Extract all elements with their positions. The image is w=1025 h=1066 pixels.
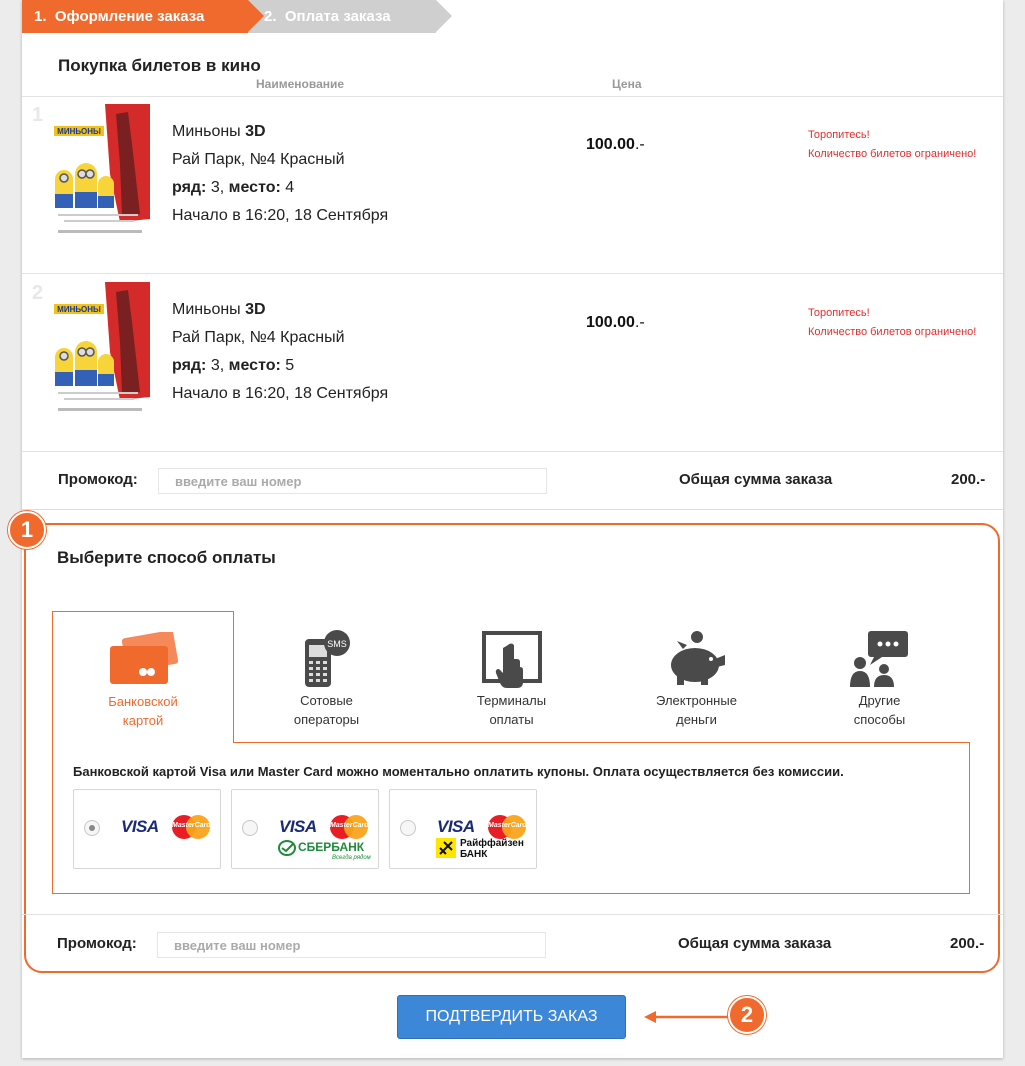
ticket-details: Миньоны 3D Рай Парк, №4 Красный ряд: 3, … [172, 296, 388, 408]
ticket-index: 2 [32, 282, 44, 304]
session-time: Начало в 16:20, 18 Сентября [172, 385, 389, 402]
cinema-hall: Рай Парк, №4 Красный [172, 151, 345, 168]
promo-input[interactable] [157, 932, 546, 958]
ticket-price: 100.00.- [586, 314, 645, 331]
visa-logo: VISA [437, 817, 475, 836]
tab-mobile-operators[interactable]: SMS Сотовые операторы [234, 611, 419, 743]
step-label: Оплата заказа [284, 8, 391, 25]
ticket-price: 100.00.- [586, 136, 645, 153]
tab-label: Электронные деньги [656, 693, 737, 727]
mastercard-logo: MasterCard [488, 815, 527, 839]
option-radio[interactable] [84, 820, 100, 836]
order-card: 1. Оформление заказа 2. Оплата заказа По… [8, 0, 1003, 1058]
payment-method-tabs: Банковской картой SMS Сотовые операторы … [52, 611, 970, 743]
ticket-warning: Торопитесь! Количество билетов ограничен… [808, 129, 977, 160]
ticket-warning: Торопитесь! Количество билетов ограничен… [808, 307, 977, 338]
tab-other-methods[interactable]: Другие способы [789, 611, 970, 743]
people-chat-icon [849, 631, 910, 690]
ticket-index: 1 [32, 104, 44, 126]
movie-title: Миньоны 3D [172, 301, 266, 318]
raiffeisen-logo-icon [436, 838, 456, 858]
mastercard-logo: MasterCard [172, 815, 211, 839]
step-number: 1. [34, 8, 47, 25]
promo-label: Промокод: [58, 471, 138, 488]
step-label: Оформление заказа [54, 8, 205, 25]
divider [22, 96, 1003, 97]
column-header-price: Цена [612, 77, 642, 91]
terminal-touch-icon [481, 631, 542, 692]
total-value: 200.- [951, 471, 986, 488]
piggy-bank-icon [665, 629, 729, 692]
sberbank-slogan: Всегда рядом [332, 855, 371, 861]
tab-bank-card[interactable]: Банковской картой [52, 611, 234, 743]
seat-info: ряд: 3, место: 4 [172, 179, 295, 196]
tab-label: Сотовые операторы [293, 693, 360, 727]
option-radio[interactable] [400, 820, 416, 836]
session-time: Начало в 16:20, 18 Сентября [172, 207, 389, 224]
order-title: Покупка билетов в кино [58, 56, 261, 75]
svg-text:SMS: SMS [327, 639, 347, 649]
step-payment[interactable]: 2. Оплата заказа [248, 0, 452, 33]
total-label: Общая сумма заказа [678, 935, 832, 952]
raiffeisen-name: Райффайзен БАНК [460, 838, 524, 860]
visa-logo: VISA [121, 817, 159, 836]
tab-terminals[interactable]: Терминалы оплаты [419, 611, 604, 743]
mobile-sms-icon: SMS [299, 629, 355, 692]
seat-info: ряд: 3, место: 5 [172, 357, 295, 374]
promo-input[interactable] [158, 468, 547, 494]
credit-card-icon [106, 630, 180, 691]
divider [22, 509, 1003, 510]
movie-poster: МИНЬОНЫ [50, 104, 150, 242]
divider [22, 451, 1003, 452]
visa-logo: VISA [279, 817, 317, 836]
step-number: 2. [264, 8, 277, 25]
total-value: 200.- [950, 935, 985, 952]
svg-text:МИНЬОНЫ: МИНЬОНЫ [57, 127, 101, 136]
divider [22, 914, 1003, 915]
confirm-order-button[interactable]: ПОДТВЕРДИТЬ ЗАКАЗ [397, 995, 626, 1039]
payment-option-visa-mc[interactable]: VISA MasterCard [73, 789, 221, 869]
payment-option-sberbank[interactable]: VISA MasterCard СБЕРБАНК Всегда рядом [231, 789, 379, 869]
sberbank-name: СБЕРБАНК [298, 840, 365, 854]
payment-option-raiffeisen[interactable]: VISA MasterCard Райффайзен БАНК [389, 789, 537, 869]
ticket-row: 1 МИНЬОНЫ Миньоны 3D Рай Парк, №4 Красны… [22, 98, 1003, 276]
cinema-hall: Рай Парк, №4 Красный [172, 329, 345, 346]
payment-options-panel: Банковской картой Visa или Master Card м… [52, 742, 970, 894]
column-header-name: Наименование [256, 77, 345, 91]
promo-label: Промокод: [57, 935, 137, 952]
movie-poster: МИНЬОНЫ [50, 282, 150, 420]
divider [22, 273, 1003, 274]
mastercard-logo: MasterCard [330, 815, 369, 839]
svg-text:МИНЬОНЫ: МИНЬОНЫ [57, 305, 101, 314]
payment-description: Банковской картой Visa или Master Card м… [73, 764, 844, 779]
step-order[interactable]: 1. Оформление заказа [22, 0, 264, 33]
movie-title: Миньоны 3D [172, 123, 266, 140]
option-radio[interactable] [242, 820, 258, 836]
sberbank-logo-icon [278, 840, 296, 856]
payment-title: Выберите способ оплаты [57, 548, 276, 567]
ticket-row: 2 МИНЬОНЫ Миньоны 3D Рай Парк, №4 Красны… [22, 276, 1003, 454]
tab-label: Терминалы оплаты [476, 693, 547, 727]
tab-label: Другие способы [853, 693, 906, 727]
total-label: Общая сумма заказа [679, 471, 833, 488]
ticket-details: Миньоны 3D Рай Парк, №4 Красный ряд: 3, … [172, 118, 388, 230]
step-badge: 1 [8, 511, 46, 549]
step-badge: 2 [728, 996, 766, 1034]
tab-e-money[interactable]: Электронные деньги [604, 611, 789, 743]
tab-label: Банковской картой [108, 694, 178, 728]
